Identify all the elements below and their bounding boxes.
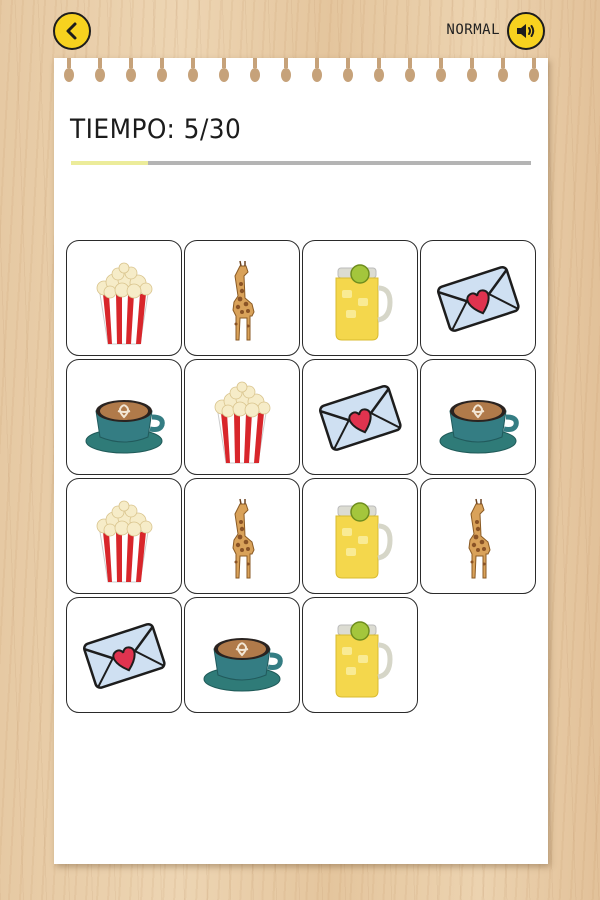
binder-hole (64, 58, 74, 82)
popcorn-icon (96, 262, 153, 345)
memory-card-grid (66, 240, 536, 713)
memory-card[interactable] (302, 359, 418, 475)
love-letter-icon (83, 623, 166, 689)
binder-hole (343, 58, 353, 82)
binder-holes (54, 58, 548, 88)
timer-display: TIEMPO: 5/30 (70, 114, 241, 145)
memory-card[interactable] (66, 359, 182, 475)
coffee-icon (439, 400, 519, 454)
binder-hole (467, 58, 477, 82)
memory-card[interactable] (302, 478, 418, 594)
binder-hole (405, 58, 415, 82)
binder-hole (219, 58, 229, 82)
memory-card[interactable] (420, 240, 536, 356)
binder-hole (374, 58, 384, 82)
binder-hole (157, 58, 167, 82)
memory-card[interactable] (184, 597, 300, 713)
memory-card[interactable] (184, 240, 300, 356)
binder-hole (281, 58, 291, 82)
memory-card[interactable] (184, 478, 300, 594)
back-button[interactable] (53, 12, 91, 50)
memory-card[interactable] (302, 240, 418, 356)
memory-card[interactable] (420, 359, 536, 475)
memory-card[interactable] (66, 597, 182, 713)
coffee-icon (203, 638, 283, 692)
popcorn-icon (96, 500, 153, 583)
speaker-icon (517, 24, 535, 38)
binder-hole (498, 58, 508, 82)
chevron-left-icon (66, 22, 77, 40)
memory-card[interactable] (66, 478, 182, 594)
giraffe-icon (232, 498, 255, 579)
lemonade-icon (335, 264, 393, 341)
binder-hole (312, 58, 322, 82)
timer-value: 5/30 (183, 114, 242, 145)
love-letter-icon (437, 266, 520, 332)
binder-hole (126, 58, 136, 82)
popcorn-icon (214, 381, 271, 464)
difficulty-label: NORMAL (446, 22, 500, 38)
timer-label: TIEMPO: (70, 114, 176, 145)
coffee-icon (85, 400, 165, 454)
binder-hole (250, 58, 260, 82)
lemonade-icon (335, 621, 393, 698)
time-progress-bar (71, 161, 531, 165)
giraffe-icon (468, 498, 491, 579)
memory-card[interactable] (66, 240, 182, 356)
love-letter-icon (319, 385, 402, 451)
notebook-paper: TIEMPO: 5/30 (54, 58, 548, 864)
lemonade-icon (335, 502, 393, 579)
memory-card[interactable] (184, 359, 300, 475)
giraffe-icon (232, 260, 255, 341)
sound-button[interactable] (507, 12, 545, 50)
binder-hole (529, 58, 539, 82)
binder-hole (436, 58, 446, 82)
time-progress-fill (71, 161, 148, 165)
memory-card[interactable] (302, 597, 418, 713)
binder-hole (188, 58, 198, 82)
memory-card[interactable] (420, 478, 536, 594)
binder-hole (95, 58, 105, 82)
